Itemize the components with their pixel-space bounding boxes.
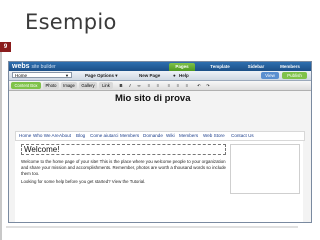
slide-number: 9 xyxy=(0,42,11,52)
site-preview: Mio sito di prova Home Who We Are About … xyxy=(9,91,311,222)
site-content: Welcome! Welcome to the home page of you… xyxy=(15,141,303,222)
content-box-button[interactable]: Content Box xyxy=(11,82,41,89)
italic-button[interactable]: I xyxy=(126,82,134,89)
nav-about[interactable]: About xyxy=(59,132,71,140)
link-icon[interactable]: ∞ xyxy=(135,82,143,89)
site-title[interactable]: Mio sito di prova xyxy=(115,93,190,104)
align-left-icon[interactable]: ≡ xyxy=(165,82,173,89)
numbered-list-icon[interactable]: ≡ xyxy=(154,82,162,89)
nav-wiki[interactable]: Wiki xyxy=(166,132,175,140)
site-nav: Home Who We Are About Blog Come aiutarci… xyxy=(15,131,305,141)
slide-left-bar xyxy=(0,52,2,240)
welcome-text[interactable]: Welcome to the home page of your site! T… xyxy=(21,159,226,185)
photo-button[interactable]: Photo xyxy=(43,82,59,89)
nav-home[interactable]: Home xyxy=(19,132,31,140)
align-right-icon[interactable]: ≡ xyxy=(183,82,191,89)
publish-button[interactable]: Publish xyxy=(282,72,307,79)
gallery-button[interactable]: Gallery xyxy=(79,82,97,89)
tab-sidebar[interactable]: Sidebar xyxy=(243,63,269,71)
tutorial-paragraph: Looking for some help before you get sta… xyxy=(21,179,146,184)
bold-button[interactable]: B xyxy=(117,82,125,89)
nav-who-we-are[interactable]: Who We Are xyxy=(33,132,59,140)
slide-bottom-line xyxy=(6,226,298,228)
tab-pages[interactable]: Pages xyxy=(169,63,195,71)
chevron-down-icon: ▼ xyxy=(65,73,69,78)
redo-icon[interactable]: ↷ xyxy=(204,82,212,89)
nav-web-store[interactable]: Web Store xyxy=(203,132,225,140)
webs-screenshot: webs site builder Pages Template Sidebar … xyxy=(8,61,312,223)
tab-template[interactable]: Template xyxy=(205,63,235,71)
slide-title: Esempio xyxy=(25,10,117,34)
nav-come-aiutarci[interactable]: Come aiutarci xyxy=(90,132,118,140)
page-toolbar: Home ▼ Page Options ▾ New Page ● Help Vie… xyxy=(9,71,311,81)
nav-domande[interactable]: Domande xyxy=(143,132,163,140)
nav-members-2[interactable]: Members xyxy=(179,132,198,140)
sidebar-box xyxy=(230,144,300,194)
page-options-menu[interactable]: Page Options ▾ xyxy=(85,72,118,79)
nav-members[interactable]: Members xyxy=(120,132,139,140)
align-center-icon[interactable]: ≡ xyxy=(174,82,182,89)
image-button[interactable]: Image xyxy=(61,82,77,89)
view-button[interactable]: View xyxy=(261,72,279,79)
nav-contact-us[interactable]: Contact Us xyxy=(231,132,254,140)
undo-icon[interactable]: ↶ xyxy=(195,82,203,89)
nav-blog[interactable]: Blog xyxy=(76,132,85,140)
page-select[interactable]: Home ▼ xyxy=(12,72,72,78)
welcome-paragraph: Welcome to the home page of your site! T… xyxy=(21,159,227,176)
new-page-button[interactable]: New Page xyxy=(139,72,160,79)
help-button[interactable]: Help xyxy=(179,72,189,79)
help-icon[interactable]: ● xyxy=(173,72,176,79)
bullet-list-icon[interactable]: ≡ xyxy=(145,82,153,89)
builder-top-bar: webs site builder Pages Template Sidebar … xyxy=(9,62,311,71)
tab-members[interactable]: Members xyxy=(275,63,305,71)
format-toolbar: Content Box Photo Image Gallery Link B I… xyxy=(9,81,311,91)
welcome-heading[interactable]: Welcome! xyxy=(21,144,226,155)
link-button[interactable]: Link xyxy=(99,82,113,89)
